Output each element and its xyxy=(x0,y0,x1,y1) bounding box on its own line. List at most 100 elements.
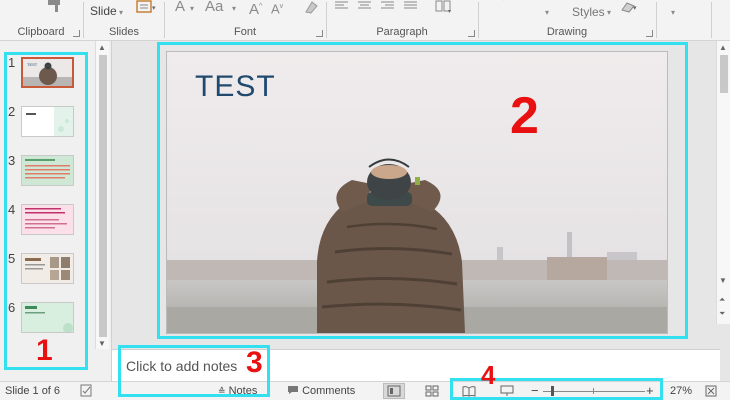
slide-6-preview-image xyxy=(22,303,73,332)
slide-thumbnail-image: TEST xyxy=(21,57,74,88)
zoom-out-icon[interactable]: − xyxy=(531,383,539,398)
clipboard-group: Clipboard xyxy=(0,0,82,41)
ribbon: Clipboard Slide ▾ ▾ Slides A ▾ Aa ▾ A^ A… xyxy=(0,0,730,41)
scroll-thumb[interactable] xyxy=(720,55,728,93)
new-slide-button[interactable]: Slide xyxy=(90,4,117,18)
slide-thumbnail-2[interactable]: 2 xyxy=(6,104,81,140)
align-left-icon[interactable] xyxy=(335,1,349,11)
comments-toggle-button[interactable]: Comments xyxy=(287,385,355,397)
zoom-slider-track[interactable] xyxy=(543,391,645,392)
chevron-down-icon[interactable]: ▾ xyxy=(119,6,123,20)
svg-text:TEST: TEST xyxy=(27,62,38,67)
slide-thumbnail-1[interactable]: 1 TEST xyxy=(6,55,81,91)
next-slide-icon[interactable]: ⏷ xyxy=(719,309,725,319)
drawing-launcher-icon[interactable] xyxy=(646,30,653,37)
zoom-level[interactable]: 27% xyxy=(670,385,692,397)
slide-2-preview-image xyxy=(22,107,73,136)
chevron-down-icon[interactable]: ▾ xyxy=(190,2,194,16)
drawing-group-label: Drawing xyxy=(546,26,588,38)
slide-4-preview-image xyxy=(22,205,73,234)
font-group-label: Font xyxy=(233,26,256,38)
previous-slide-icon[interactable]: ⏶ xyxy=(719,295,725,305)
slide-sorter-icon[interactable] xyxy=(425,385,439,397)
columns-icon[interactable]: ▾ xyxy=(435,0,453,14)
slide-thumbnail-image xyxy=(21,106,74,137)
status-bar: Slide 1 of 6 ≙ Notes Comments − + 27% xyxy=(0,381,730,400)
ribbon-separator xyxy=(711,2,712,38)
font-launcher-icon[interactable] xyxy=(316,30,323,37)
notes-toggle-button[interactable]: ≙ Notes xyxy=(218,385,257,397)
comments-toggle-label: Comments xyxy=(302,385,356,397)
quick-styles-button[interactable]: Styles xyxy=(572,5,605,19)
shape-fill-icon[interactable]: ▾ xyxy=(619,0,639,14)
notes-pane[interactable]: Click to add notes xyxy=(112,349,720,381)
shrink-font-icon[interactable]: Av xyxy=(271,0,283,16)
slide-thumbnail-number: 6 xyxy=(8,300,16,315)
paragraph-group: ▾ Paragraph xyxy=(327,0,477,41)
font-name-icon[interactable]: A xyxy=(175,0,185,14)
paragraph-group-label: Paragraph xyxy=(376,26,428,38)
scroll-up-icon[interactable]: ▲ xyxy=(719,43,727,52)
chevron-down-icon[interactable]: ▾ xyxy=(545,6,549,20)
format-painter-icon[interactable] xyxy=(46,0,64,12)
slideshow-icon[interactable] xyxy=(500,385,514,397)
spell-check-icon[interactable] xyxy=(80,384,94,397)
ribbon-separator xyxy=(656,2,657,38)
shapes-indicator-icon[interactable]: ' xyxy=(503,0,505,10)
slide-thumbnail-number: 4 xyxy=(8,202,16,217)
reading-view-icon[interactable] xyxy=(462,385,476,397)
grow-font-icon[interactable]: A^ xyxy=(249,0,262,17)
slide-counter: Slide 1 of 6 xyxy=(5,385,61,397)
layout-icon[interactable]: ▾ xyxy=(135,0,157,16)
zoom-in-icon[interactable]: + xyxy=(646,383,654,398)
zoom-slider-thumb[interactable] xyxy=(551,386,554,396)
scroll-down-icon[interactable]: ▼ xyxy=(98,339,106,348)
slide-scrollbar[interactable]: ▲ ▼ ⏶ ⏷ xyxy=(716,41,730,324)
slide-thumbnail-image xyxy=(21,302,74,333)
slide-canvas[interactable]: TEST xyxy=(166,51,668,334)
slide-thumbnail-number: 2 xyxy=(8,104,16,119)
clipboard-group-label: Clipboard xyxy=(17,26,65,38)
slide-thumbnail-image xyxy=(21,204,74,235)
thumbnail-scrollbar[interactable]: ▲ ▼ xyxy=(95,41,109,349)
align-right-icon[interactable] xyxy=(381,1,395,11)
annotation-label-1: 1 xyxy=(36,334,53,367)
chevron-down-icon[interactable]: ▾ xyxy=(671,6,675,20)
clear-formatting-icon[interactable] xyxy=(303,0,319,14)
slide-thumbnail-3[interactable]: 3 xyxy=(6,153,81,189)
chevron-down-icon[interactable]: ▾ xyxy=(232,2,236,16)
slides-group-label: Slides xyxy=(109,26,139,38)
fit-slide-icon[interactable] xyxy=(705,385,717,397)
annotation-label-2: 2 xyxy=(510,87,539,145)
svg-text:▾: ▾ xyxy=(448,9,451,14)
scroll-thumb[interactable] xyxy=(99,55,107,337)
normal-view-button[interactable] xyxy=(383,383,405,399)
annotation-label-3: 3 xyxy=(246,346,263,379)
clipboard-launcher-icon[interactable] xyxy=(73,30,80,37)
slide-thumbnail-number: 5 xyxy=(8,251,16,266)
change-case-icon[interactable]: Aa xyxy=(205,0,223,14)
font-group: A ▾ Aa ▾ A^ Av Font xyxy=(165,0,325,41)
svg-text:▾: ▾ xyxy=(152,5,156,12)
notes-icon: ≙ xyxy=(218,386,226,396)
scroll-up-icon[interactable]: ▲ xyxy=(98,43,106,52)
chevron-down-icon[interactable]: ▾ xyxy=(607,6,611,20)
paragraph-launcher-icon[interactable] xyxy=(468,30,475,37)
slide-thumbnail-6[interactable]: 6 xyxy=(6,300,81,336)
slide-title[interactable]: TEST xyxy=(195,70,276,104)
justify-icon[interactable] xyxy=(404,1,418,11)
slides-group: Slide ▾ ▾ Slides xyxy=(84,0,164,41)
slide-3-preview-image xyxy=(22,156,73,185)
slide-thumbnail-5[interactable]: 5 xyxy=(6,251,81,287)
slide-thumbnail-number: 1 xyxy=(8,55,16,70)
annotation-label-4: 4 xyxy=(481,360,496,390)
align-center-icon[interactable] xyxy=(358,1,372,11)
slide-1-preview-image: TEST xyxy=(23,59,72,86)
slide-thumbnail-4[interactable]: 4 xyxy=(6,202,81,238)
slide-thumbnail-image xyxy=(21,253,74,284)
scroll-down-icon[interactable]: ▼ xyxy=(719,276,727,285)
normal-view-icon xyxy=(387,385,401,397)
drawing-group: ' ▾ Styles ▾ ▾ Drawing xyxy=(479,0,655,41)
slide-5-preview-image xyxy=(22,254,73,283)
notes-placeholder[interactable]: Click to add notes xyxy=(126,358,237,374)
